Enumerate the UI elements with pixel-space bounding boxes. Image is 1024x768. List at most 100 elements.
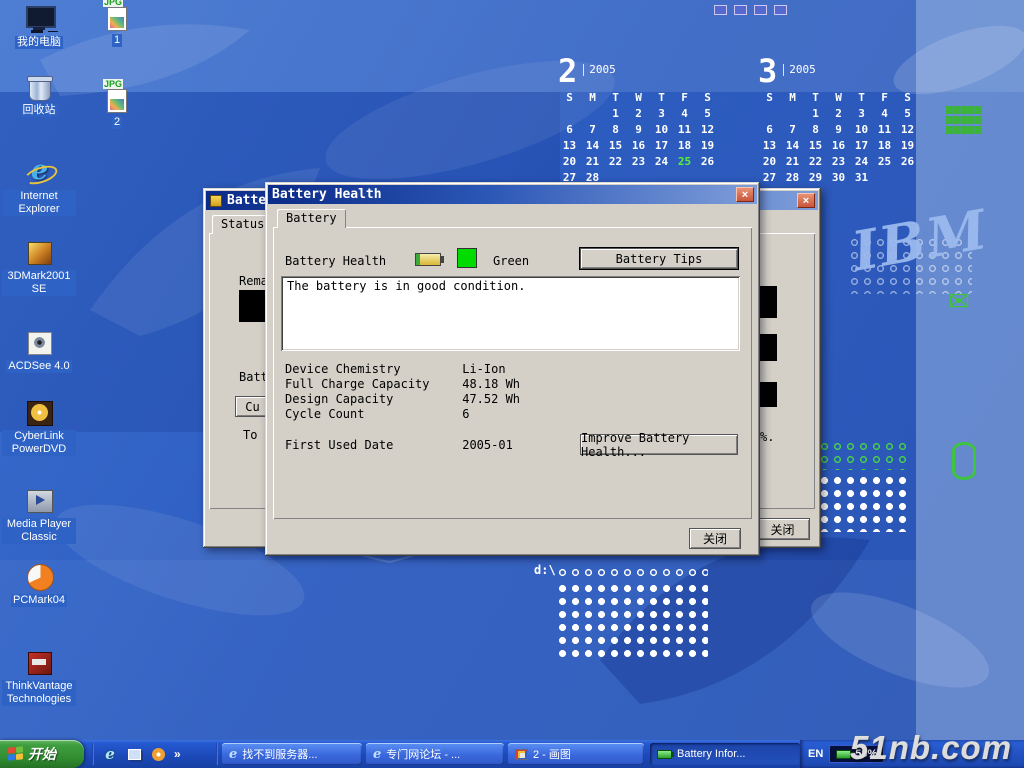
desktop-icon-recycle-bin[interactable]: 回收站 bbox=[2, 72, 76, 117]
calendar-day: 23 bbox=[827, 155, 850, 168]
desktop-icon-jpg-1[interactable]: JPG 1 bbox=[80, 2, 154, 47]
percent-label-partial: %. bbox=[760, 430, 774, 444]
calendar-day: 6 bbox=[558, 123, 581, 136]
desktop-icon-media-player-classic[interactable]: Media Player Classic bbox=[2, 486, 76, 544]
close-button[interactable]: 关闭 bbox=[755, 518, 810, 540]
calendar-day: 11 bbox=[873, 123, 896, 136]
calendar-day bbox=[581, 107, 604, 120]
calendar-day: 7 bbox=[581, 123, 604, 136]
calendar-dow: F bbox=[873, 91, 896, 104]
detail-row: Full Charge Capacity 48.18 Wh bbox=[285, 377, 520, 391]
powerdvd-icon bbox=[23, 398, 55, 428]
calendar-day: 19 bbox=[896, 139, 919, 152]
battery-health-label: Battery Health bbox=[285, 254, 386, 268]
show-desktop-icon[interactable] bbox=[124, 744, 144, 764]
icon-label: ThinkVantage Technologies bbox=[2, 680, 76, 706]
calendar-day: 1 bbox=[804, 107, 827, 120]
desktop-icon-jpg-2[interactable]: JPG 2 bbox=[80, 84, 154, 129]
battery-icon bbox=[657, 750, 672, 759]
windows-flag-icon bbox=[8, 746, 23, 762]
close-icon[interactable]: × bbox=[736, 187, 754, 202]
desktop-icon-pcmark[interactable]: PCMark04 bbox=[2, 562, 76, 607]
printer-icon bbox=[774, 5, 787, 15]
desktop-icon-my-computer[interactable]: 我的电脑 bbox=[2, 4, 76, 49]
calendar-day: 24 bbox=[850, 155, 873, 168]
calendar-grid: SMTWTFS123456789101112131415161718192021… bbox=[558, 91, 719, 184]
task-button-paint[interactable]: 2 - 画图 bbox=[508, 743, 644, 765]
calendar-day: 2 bbox=[627, 107, 650, 120]
desktop-icon-3dmark[interactable]: 3DMark2001 SE bbox=[2, 238, 76, 296]
calendar-day: 6 bbox=[758, 123, 781, 136]
calendar-day: 3 bbox=[850, 107, 873, 120]
calendar-dow: T bbox=[804, 91, 827, 104]
battery-cylinder-icon bbox=[952, 442, 976, 480]
detail-value: 6 bbox=[462, 407, 469, 421]
detail-value: 47.52 Wh bbox=[462, 392, 520, 406]
wallpaper-block bbox=[0, 560, 916, 740]
tab-battery[interactable]: Battery bbox=[277, 209, 346, 228]
white-dots-grid bbox=[556, 582, 708, 662]
calendar-month: 2 bbox=[558, 56, 577, 86]
task-button-server-not-found[interactable]: e 找不到服务器... bbox=[222, 743, 362, 765]
icon-label: ACDSee 4.0 bbox=[6, 360, 71, 373]
calendar-day: 15 bbox=[604, 139, 627, 152]
ie-quicklaunch-icon[interactable]: e bbox=[100, 744, 120, 764]
calendar-day: 7 bbox=[781, 123, 804, 136]
calendar-dow: F bbox=[673, 91, 696, 104]
close-button[interactable]: 关闭 bbox=[689, 528, 741, 549]
calendar-header: 22005 bbox=[558, 52, 719, 86]
pcmark-icon bbox=[23, 562, 55, 592]
thinkpad-access-toolbar bbox=[710, 2, 810, 17]
calendar-day: 9 bbox=[827, 123, 850, 136]
calendar-day: 22 bbox=[804, 155, 827, 168]
battery-tips-button[interactable]: Battery Tips bbox=[580, 248, 738, 269]
detail-value: 48.18 Wh bbox=[462, 377, 520, 391]
task-button-battery-information[interactable]: Battery Infor... bbox=[650, 743, 800, 765]
language-indicator[interactable]: EN bbox=[808, 748, 823, 760]
detail-label: Full Charge Capacity bbox=[285, 377, 455, 391]
calendar-day: 12 bbox=[896, 123, 919, 136]
desktop-icon-thinkvantage[interactable]: ThinkVantage Technologies bbox=[2, 648, 76, 706]
calendar-day: 24 bbox=[650, 155, 673, 168]
jpg-badge: JPG bbox=[103, 0, 123, 7]
gauge-bar-fragment bbox=[757, 334, 777, 361]
quick-launch-more-chevron[interactable]: » bbox=[174, 747, 181, 761]
start-button[interactable]: 开始 bbox=[0, 740, 84, 768]
icon-label: PCMark04 bbox=[11, 594, 67, 607]
detail-label: Device Chemistry bbox=[285, 362, 455, 376]
thinkvantage-icon bbox=[23, 648, 55, 678]
calendar-day: 25 bbox=[873, 155, 896, 168]
calendar-day: 26 bbox=[896, 155, 919, 168]
calendar-day: 29 bbox=[804, 171, 827, 184]
close-icon[interactable]: × bbox=[797, 193, 815, 208]
battery-icon bbox=[415, 253, 441, 266]
icon-label: 我的电脑 bbox=[15, 36, 63, 49]
battery-health-titlebar[interactable]: Battery Health bbox=[268, 185, 757, 204]
desktop-icon-acdsee[interactable]: ACDSee 4.0 bbox=[2, 328, 76, 373]
acdsee-icon bbox=[23, 328, 55, 358]
window-title: Battery Health bbox=[272, 187, 382, 202]
calendar-day: 3 bbox=[650, 107, 673, 120]
battery-app-icon bbox=[210, 195, 222, 207]
calendar-day: 16 bbox=[627, 139, 650, 152]
task-button-forum[interactable]: e 专门网论坛 - ... bbox=[366, 743, 504, 765]
detail-value: 2005-01 bbox=[462, 438, 513, 452]
display-icon bbox=[754, 5, 767, 15]
calendar-month: 3 bbox=[758, 56, 777, 86]
calendar-dow: T bbox=[650, 91, 673, 104]
detail-row: Design Capacity 47.52 Wh bbox=[285, 392, 520, 406]
desktop-icon-internet-explorer[interactable]: Internet Explorer bbox=[2, 158, 76, 216]
media-control-icon bbox=[714, 5, 727, 15]
gauge-bar-fragment bbox=[239, 290, 266, 322]
calendar-day: 15 bbox=[804, 139, 827, 152]
3dmark-icon bbox=[23, 238, 55, 268]
gauge-bar-fragment bbox=[757, 286, 777, 318]
media-player-quicklaunch-icon[interactable] bbox=[148, 744, 168, 764]
calendar-dow: S bbox=[558, 91, 581, 104]
desktop-icon-powerdvd[interactable]: CyberLink PowerDVD bbox=[2, 398, 76, 456]
white-dots-pattern bbox=[818, 474, 908, 532]
improve-battery-health-button[interactable]: Improve Battery Health... bbox=[580, 434, 738, 455]
file-page bbox=[107, 89, 127, 113]
calendar-day bbox=[896, 171, 919, 184]
calendar-year: 2005 bbox=[783, 64, 816, 76]
